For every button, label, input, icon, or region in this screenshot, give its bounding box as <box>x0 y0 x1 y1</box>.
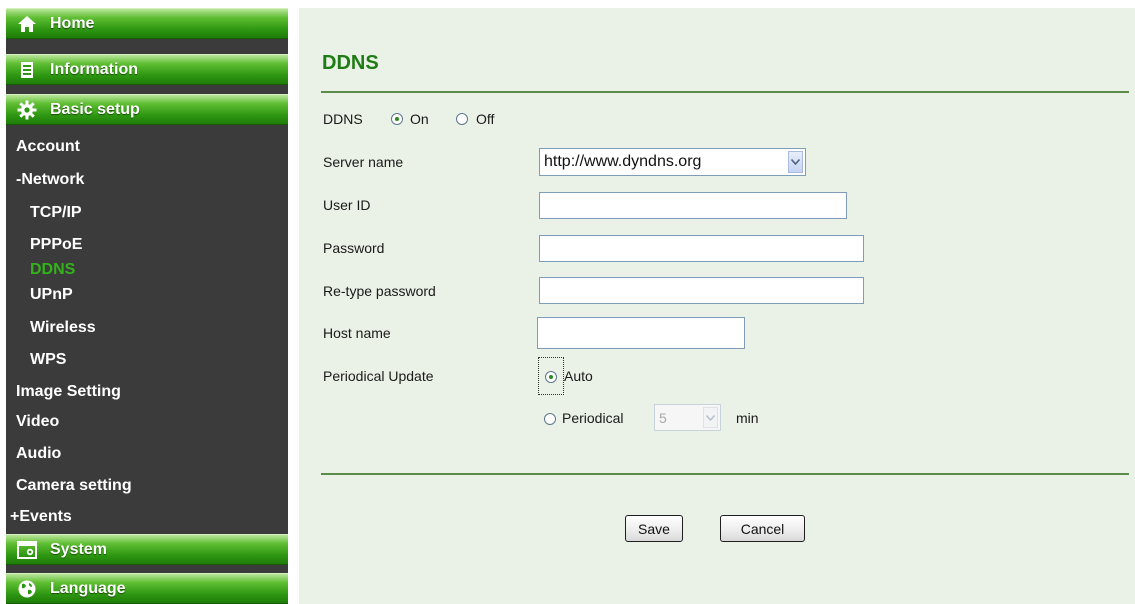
form-divider <box>321 473 1129 475</box>
nav-section-label: Information <box>50 60 138 78</box>
retype-password-input[interactable] <box>539 277 864 304</box>
sidebar-item-account[interactable]: Account <box>16 137 80 157</box>
nav-section-home[interactable]: Home <box>6 8 288 39</box>
sidebar-item-video[interactable]: Video <box>16 412 59 432</box>
sidebar-item-ddns[interactable]: DDNS <box>30 260 75 280</box>
auto-radio[interactable] <box>545 371 557 383</box>
document-icon <box>16 59 38 81</box>
periodical-radio[interactable] <box>544 413 556 425</box>
page-title: DDNS <box>322 52 379 74</box>
period-select[interactable]: 5 <box>654 404 721 431</box>
sidebar-item-upnp[interactable]: UPnP <box>30 285 73 305</box>
password-input[interactable] <box>539 235 864 262</box>
nav-section-basic-setup[interactable]: Basic setup <box>6 94 288 125</box>
server-name-value: http://www.dyndns.org <box>544 153 702 170</box>
title-divider <box>321 91 1129 93</box>
chevron-down-icon[interactable] <box>788 151 803 173</box>
periodical-update-label: Periodical Update <box>323 368 434 384</box>
sidebar-item-audio[interactable]: Audio <box>16 444 61 464</box>
ddns-on-label[interactable]: On <box>410 111 429 127</box>
gear-icon <box>16 99 38 121</box>
ddns-off-radio[interactable] <box>456 113 468 125</box>
sidebar: Home Information Basic setup Account -Ne… <box>6 8 288 604</box>
user-id-input[interactable] <box>539 192 847 219</box>
nav-section-label: Home <box>50 14 95 32</box>
sidebar-item-pppoe[interactable]: PPPoE <box>30 235 82 255</box>
ddns-label: DDNS <box>323 111 363 127</box>
ddns-off-label[interactable]: Off <box>476 111 494 127</box>
nav-section-information[interactable]: Information <box>6 54 288 85</box>
globe-icon <box>16 578 38 600</box>
chevron-down-icon[interactable] <box>703 407 718 428</box>
sidebar-item-wps[interactable]: WPS <box>30 350 66 370</box>
sidebar-item-image-setting[interactable]: Image Setting <box>16 382 121 402</box>
cancel-button[interactable]: Cancel <box>720 515 805 542</box>
home-icon <box>16 13 38 35</box>
server-name-select[interactable]: http://www.dyndns.org <box>539 148 806 176</box>
sidebar-item-events[interactable]: +Events <box>10 507 72 527</box>
retype-password-label: Re-type password <box>323 283 436 299</box>
sidebar-item-network[interactable]: -Network <box>16 170 84 190</box>
ddns-on-radio[interactable] <box>391 113 403 125</box>
sidebar-item-wireless[interactable]: Wireless <box>30 318 96 338</box>
save-button[interactable]: Save <box>625 515 683 542</box>
auto-label[interactable]: Auto <box>564 368 593 384</box>
user-id-label: User ID <box>323 197 371 213</box>
content-panel: DDNS DDNS On Off Server name http://www.… <box>299 8 1135 604</box>
nav-section-language[interactable]: Language <box>6 573 288 604</box>
host-name-label: Host name <box>323 325 391 341</box>
host-name-input[interactable] <box>537 317 745 349</box>
system-icon <box>16 539 38 561</box>
period-unit-label: min <box>736 410 759 426</box>
sidebar-item-camera-setting[interactable]: Camera setting <box>16 476 132 496</box>
password-label: Password <box>323 240 385 256</box>
nav-section-label: System <box>50 540 107 558</box>
sidebar-item-tcpip[interactable]: TCP/IP <box>30 203 82 223</box>
periodical-label[interactable]: Periodical <box>562 410 623 426</box>
server-name-label: Server name <box>323 154 404 170</box>
nav-section-label: Language <box>50 579 126 597</box>
period-value: 5 <box>659 409 667 426</box>
nav-section-label: Basic setup <box>50 100 140 118</box>
nav-section-system[interactable]: System <box>6 534 288 565</box>
